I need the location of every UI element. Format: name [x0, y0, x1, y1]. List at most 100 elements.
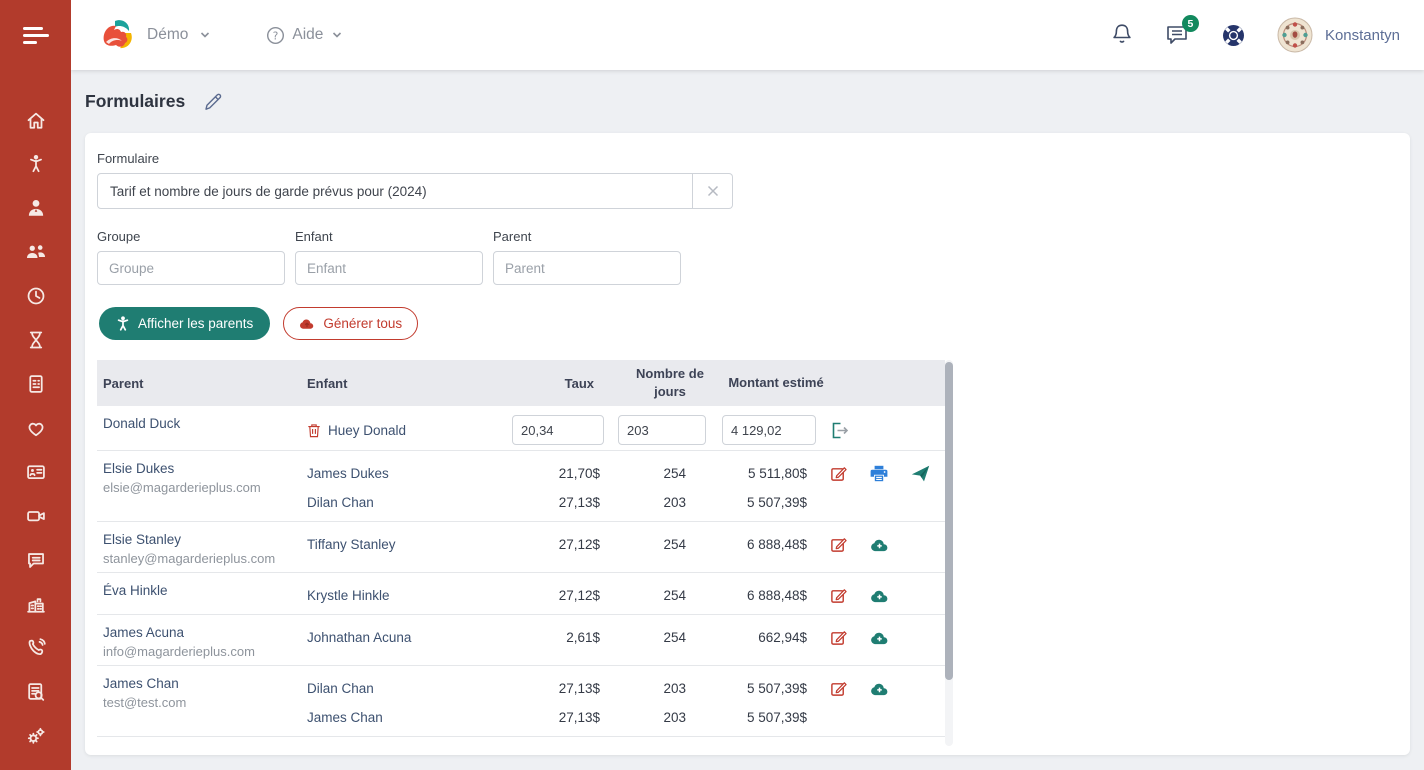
- child-name: James Dukes: [307, 466, 512, 481]
- filter-groupe: Groupe: [97, 229, 285, 285]
- table-row: James Chantest@test.comDilan Chan27,13$2…: [97, 666, 945, 737]
- sidebar-item-video-camera[interactable]: [0, 494, 71, 538]
- jours-input[interactable]: [618, 415, 706, 445]
- parent-cell: Joanne Saint Cir: [97, 745, 307, 746]
- life-ring-icon: [1220, 22, 1247, 49]
- user-menu[interactable]: Konstantyn: [1277, 17, 1400, 53]
- parent-name: Éva Hinkle: [103, 581, 307, 601]
- sidebar-item-chat[interactable]: [0, 538, 71, 582]
- jours-value: 254: [618, 537, 722, 552]
- svg-text:?: ?: [273, 30, 279, 42]
- table-row: Éva HinkleKrystle Hinkle27,12$2546 888,4…: [97, 573, 945, 615]
- avatar: [1277, 17, 1313, 53]
- exit-button[interactable]: [830, 422, 849, 439]
- header-montant: Montant estimé: [722, 374, 830, 392]
- generate-all-button[interactable]: Générer tous: [283, 307, 418, 340]
- sidebar-item-phone[interactable]: [0, 626, 71, 670]
- close-icon: [705, 183, 721, 199]
- generate-button[interactable]: [870, 537, 889, 552]
- notifications-button[interactable]: [1110, 22, 1134, 48]
- groupe-input[interactable]: [97, 251, 285, 285]
- parent-input[interactable]: [493, 251, 681, 285]
- table-row: James Acunainfo@magarderieplus.comJohnat…: [97, 615, 945, 666]
- parent-cell: Elsie Stanleystanley@magarderieplus.com: [97, 530, 307, 568]
- app-logo-icon: [99, 16, 137, 54]
- show-parents-label: Afficher les parents: [138, 316, 253, 331]
- menu-toggle-button[interactable]: [0, 0, 71, 70]
- hamburger-icon: [23, 23, 49, 48]
- enfant-input[interactable]: [295, 251, 483, 285]
- phone-icon: [25, 637, 47, 659]
- sidebar-item-invoice[interactable]: [0, 362, 71, 406]
- child-line: Dilan Chan27,13$2035 507,39$: [307, 488, 945, 517]
- edit-button[interactable]: [830, 680, 847, 697]
- generate-icon: [870, 588, 889, 603]
- form-select[interactable]: Tarif et nombre de jours de garde prévus…: [97, 173, 693, 209]
- chevron-down-icon: [332, 30, 342, 40]
- child-line: Krystle Hinkle27,12$2546 888,48$: [307, 581, 945, 610]
- child-icon: [25, 153, 47, 175]
- parent-cell: James Acunainfo@magarderieplus.com: [97, 623, 307, 661]
- table-body: Donald DuckHuey DonaldElsie Dukeselsie@m…: [97, 406, 945, 746]
- parent-email: test@test.com: [103, 694, 307, 712]
- show-parents-button[interactable]: Afficher les parents: [99, 307, 270, 340]
- invoice-icon: [25, 373, 47, 395]
- edit-button[interactable]: [830, 587, 847, 604]
- send-button[interactable]: [911, 465, 930, 482]
- print-button[interactable]: [870, 465, 888, 482]
- form-select-label: Formulaire: [97, 151, 1410, 166]
- parent-cell: Éva Hinkle: [97, 581, 307, 610]
- user-name: Konstantyn: [1325, 27, 1400, 44]
- child-name-text: Krystle Hinkle: [307, 588, 390, 603]
- header-jours: Nombre de jours: [618, 365, 722, 400]
- sidebar-item-child[interactable]: [0, 142, 71, 186]
- home-icon: [25, 109, 47, 131]
- table-scrollbar-thumb[interactable]: [945, 362, 953, 680]
- generate-all-label: Générer tous: [323, 316, 402, 331]
- report-search-icon: [25, 681, 47, 703]
- taux-value: 2,61$: [512, 630, 618, 645]
- sidebar-item-parents[interactable]: [0, 230, 71, 274]
- remove-child-button[interactable]: [307, 423, 321, 438]
- sidebar-item-gears[interactable]: [0, 714, 71, 758]
- parent-name: Donald Duck: [103, 414, 307, 434]
- brand-menu[interactable]: Démo: [99, 16, 210, 54]
- montant-input[interactable]: [722, 415, 816, 445]
- montant-value: 5 507,39$: [722, 495, 830, 510]
- sidebar-item-building[interactable]: [0, 582, 71, 626]
- sidebar-item-id-card[interactable]: [0, 450, 71, 494]
- edit-button[interactable]: [830, 465, 847, 482]
- taux-input[interactable]: [512, 415, 604, 445]
- child-name: Tiffany Stanley: [307, 537, 512, 552]
- generate-button[interactable]: [870, 588, 889, 603]
- chat-icon: [25, 549, 47, 571]
- sidebar-item-clock[interactable]: [0, 274, 71, 318]
- page-title: Formulaires: [85, 91, 185, 112]
- child-name: Huey Donald: [307, 423, 512, 438]
- jours-value: 203: [618, 710, 722, 725]
- generate-button[interactable]: [870, 681, 889, 696]
- sidebar-item-home[interactable]: [0, 98, 71, 142]
- support-button[interactable]: [1220, 22, 1247, 49]
- edit-icon: [830, 680, 847, 697]
- sidebar-item-heart[interactable]: [0, 406, 71, 450]
- messages-button[interactable]: 5: [1164, 22, 1190, 48]
- edit-button[interactable]: [830, 629, 847, 646]
- bell-icon: [1110, 22, 1134, 48]
- sidebar-item-hourglass[interactable]: [0, 318, 71, 362]
- form-clear-button[interactable]: [693, 173, 733, 209]
- child-name-text: Johnathan Acuna: [307, 630, 411, 645]
- jours-value: 203: [618, 495, 722, 510]
- table-scrollbar-track[interactable]: [945, 360, 953, 746]
- generate-button[interactable]: [870, 630, 889, 645]
- child-line: Tiffany Stanley27,12$2546 888,48$: [307, 530, 945, 559]
- parent-name: Elsie Dukes: [103, 459, 307, 479]
- child-line: James Dukes21,70$2545 511,80$: [307, 459, 945, 488]
- sidebar-item-educator[interactable]: [0, 186, 71, 230]
- edit-button[interactable]: [830, 536, 847, 553]
- edit-icon: [830, 465, 847, 482]
- sidebar-item-report-search[interactable]: [0, 670, 71, 714]
- edit-title-button[interactable]: [203, 92, 223, 112]
- help-menu[interactable]: ? Aide: [266, 26, 342, 45]
- edit-icon: [830, 629, 847, 646]
